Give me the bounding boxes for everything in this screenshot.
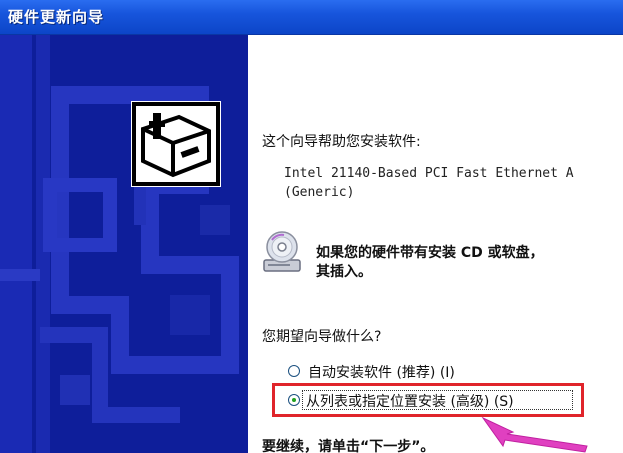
device-name-line1: Intel 21140-Based PCI Fast Ethernet A: [284, 166, 574, 181]
cd-instruction-line1: 如果您的硬件带有安装 CD 或软盘，: [316, 245, 544, 261]
question-text: 您期望向导做什么?: [262, 329, 382, 345]
continue-hint: 要继续，请单击“下一步”。: [262, 439, 435, 453]
cd-instruction-line2: 其插入。: [316, 264, 372, 280]
banner-pattern: [0, 35, 248, 453]
hardware-update-wizard-window: 硬件更新向导 这个向导帮助您安装软件: Intel 21140-Based PC…: [0, 0, 623, 453]
title-bar[interactable]: 硬件更新向导: [0, 0, 623, 35]
window-title: 硬件更新向导: [8, 8, 105, 26]
radio-auto-install-label[interactable]: 自动安装软件 (推荐) (I): [308, 362, 455, 382]
hardware-wizard-icon: [131, 101, 221, 187]
wizard-side-banner: [0, 35, 248, 453]
radio-auto-install[interactable]: [288, 365, 300, 377]
device-name-line2: (Generic): [284, 185, 355, 200]
intro-text: 这个向导帮助您安装软件:: [262, 134, 421, 150]
wizard-content: 这个向导帮助您安装软件: Intel 21140-Based PCI Fast …: [249, 35, 623, 453]
pointer-arrow-icon: [481, 416, 588, 453]
cd-drive-icon: [262, 230, 302, 274]
radio-selected-dot: [292, 398, 296, 402]
radio-install-from-list-label[interactable]: 从列表或指定位置安装 (高级) (S): [306, 391, 514, 411]
radio-install-from-list[interactable]: [288, 394, 300, 406]
